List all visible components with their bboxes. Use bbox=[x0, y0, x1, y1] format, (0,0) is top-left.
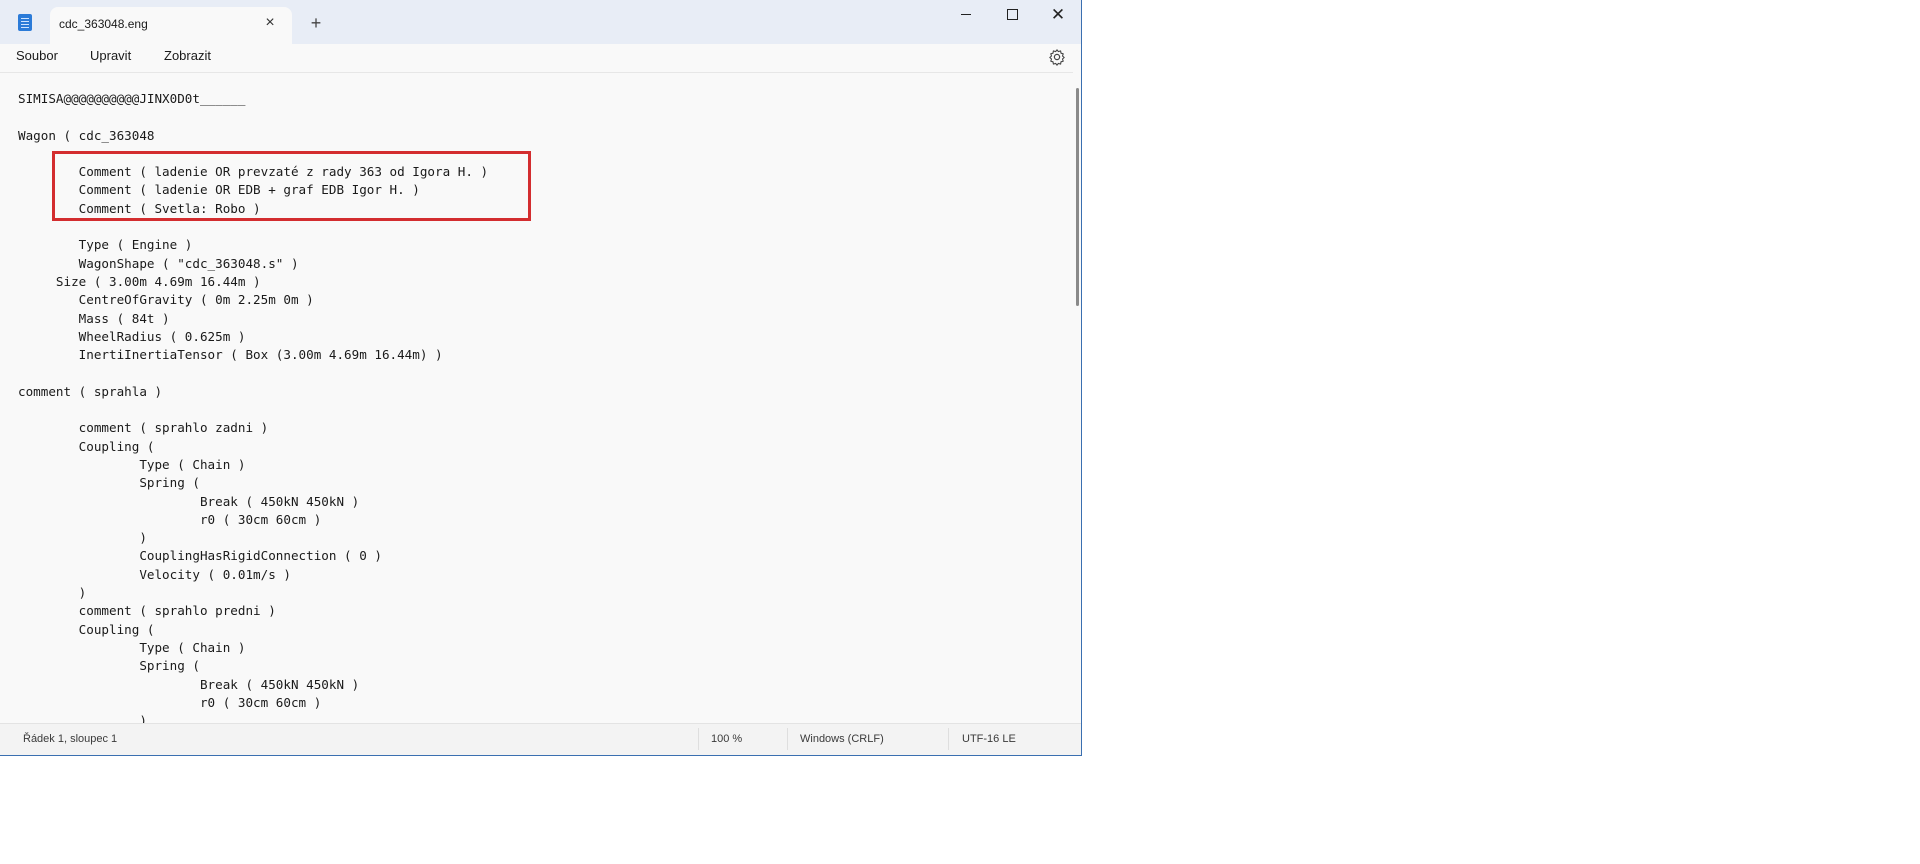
tab-cdc-363048[interactable]: cdc_363048.eng × bbox=[50, 7, 292, 44]
scrollbar-thumb[interactable] bbox=[1076, 88, 1079, 306]
notepad-icon bbox=[18, 14, 32, 31]
status-divider bbox=[787, 728, 788, 750]
status-bar: Řádek 1, sloupec 1 100 % Windows (CRLF) … bbox=[0, 723, 1081, 755]
new-tab-button[interactable]: + bbox=[305, 12, 327, 34]
status-divider bbox=[948, 728, 949, 750]
gear-icon[interactable] bbox=[1048, 48, 1066, 66]
highlight-annotation bbox=[52, 151, 531, 221]
minimize-icon bbox=[961, 13, 971, 15]
line-ending[interactable]: Windows (CRLF) bbox=[800, 733, 884, 745]
minimize-button[interactable] bbox=[943, 0, 989, 28]
menu-edit[interactable]: Upravit bbox=[90, 48, 131, 63]
close-button[interactable]: ✕ bbox=[1035, 0, 1081, 28]
zoom-level[interactable]: 100 % bbox=[711, 733, 742, 745]
tab-close-icon[interactable]: × bbox=[260, 13, 280, 33]
menu-bar: Soubor Upravit Zobrazit bbox=[0, 44, 1081, 70]
maximize-icon bbox=[1006, 8, 1018, 20]
text-editor[interactable]: SIMISA@@@@@@@@@@JINX0D0t______ Wagon ( c… bbox=[0, 72, 1073, 723]
tab-title: cdc_363048.eng bbox=[59, 17, 148, 31]
status-divider bbox=[698, 728, 699, 750]
menu-file[interactable]: Soubor bbox=[16, 48, 58, 63]
maximize-button[interactable] bbox=[989, 0, 1035, 28]
close-icon: ✕ bbox=[1050, 4, 1066, 24]
vertical-scrollbar[interactable] bbox=[1073, 72, 1081, 722]
cursor-position: Řádek 1, sloupec 1 bbox=[23, 733, 118, 745]
notepad-window: cdc_363048.eng × + ✕ Soubor Upravit Zobr… bbox=[0, 0, 1082, 756]
title-bar[interactable]: cdc_363048.eng × + ✕ bbox=[0, 0, 1081, 44]
encoding[interactable]: UTF-16 LE bbox=[962, 733, 1016, 745]
menu-view[interactable]: Zobrazit bbox=[164, 48, 211, 63]
